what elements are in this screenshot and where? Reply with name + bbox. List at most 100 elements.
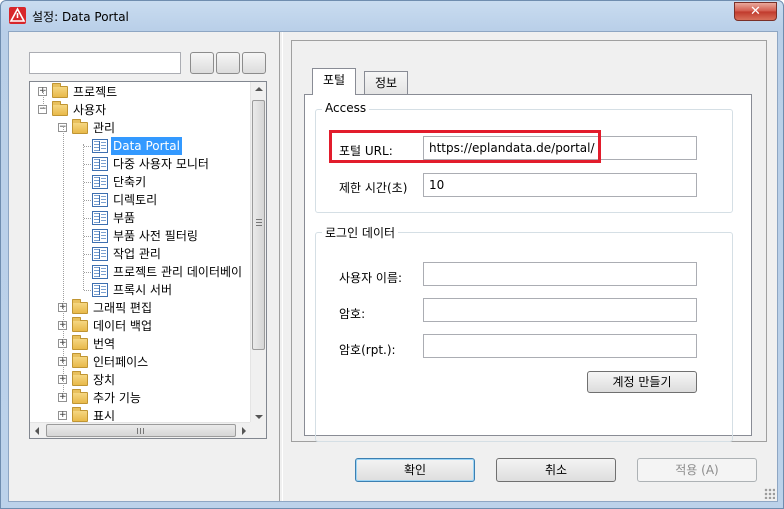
tree-horizontal-scroll-thumb[interactable]: [46, 424, 236, 437]
cancel-button[interactable]: 취소: [496, 458, 616, 482]
highlight-box: [329, 130, 601, 163]
folder-icon: [72, 317, 88, 332]
scroll-down-arrow-icon[interactable]: [255, 415, 263, 419]
create-account-button[interactable]: 계정 만들기: [587, 371, 697, 393]
settings-window: 설정: Data Portal ✕ + 프로젝트 − 사용자 − 관리 Data Porta…: [0, 0, 784, 509]
tree-connector-line: [84, 200, 91, 201]
tree-item-label: 작업 관리: [113, 247, 161, 261]
tab-info-label: 정보: [375, 76, 398, 90]
tree-connector-line: [84, 272, 91, 273]
settings-page-icon: [92, 283, 108, 297]
eplan-app-icon: [9, 7, 26, 24]
tree-item-label: 부품 사전 필터링: [113, 229, 198, 243]
settings-page-icon: [92, 229, 108, 243]
settings-tree[interactable]: + 프로젝트 − 사용자 − 관리 Data Portal 다중 사용자 모니터 단축키 디렉토리…: [29, 81, 267, 439]
tree-connector-line: [84, 164, 91, 165]
toolbar-button-2[interactable]: [216, 52, 240, 74]
folder-icon: [72, 335, 88, 350]
settings-page-icon: [92, 157, 108, 171]
tree-item-label: 디렉토리: [113, 193, 158, 207]
settings-page-icon: [92, 193, 108, 207]
close-button[interactable]: ✕: [734, 2, 777, 21]
settings-page-icon: [92, 265, 108, 279]
tree-item-label: 다중 사용자 모니터: [113, 157, 209, 171]
tree-connector-line: [84, 290, 91, 291]
toolbar-button-1[interactable]: [190, 52, 214, 74]
tree-item-label: 프로젝트: [73, 85, 118, 99]
cancel-label: 취소: [544, 463, 568, 477]
scrollbar-corner: [250, 422, 266, 438]
ok-label: 확인: [403, 463, 427, 477]
folder-icon: [72, 389, 88, 404]
timeout-field[interactable]: 10: [423, 173, 697, 197]
tree-content: + 프로젝트 − 사용자 − 관리 Data Portal 다중 사용자 모니터 단축키 디렉토리…: [30, 82, 252, 424]
tree-item-label: 관리: [93, 121, 116, 135]
tree-connector-line: [84, 146, 91, 147]
login-group: 로그인 데이터 사용자 이름: 암호: 암호(rpt.): 계정 만들기: [315, 224, 733, 442]
settings-page-icon: [92, 175, 108, 189]
tab-portal[interactable]: 포털: [312, 68, 357, 95]
dialog-client-area: + 프로젝트 − 사용자 − 관리 Data Portal 다중 사용자 모니터 단축키 디렉토리…: [8, 31, 778, 502]
login-group-title: 로그인 데이터: [322, 224, 399, 241]
folder-icon: [72, 353, 88, 368]
settings-page-icon: [92, 211, 108, 225]
tree-item-label: 부품: [113, 211, 136, 225]
toolbar-button-3[interactable]: [242, 52, 266, 74]
tree-item-label: 프록시 서버: [113, 283, 173, 297]
portal-tab-page: Access 포털 URL: https://eplandata.de/port…: [304, 94, 752, 442]
tree-item-label: 추가 기능: [93, 391, 141, 405]
tree-item-label: 인터페이스: [93, 355, 149, 369]
tree-connector-line: [84, 182, 91, 183]
tree-item[interactable]: − 사용자: [30, 101, 252, 119]
settings-page-icon: [92, 139, 108, 153]
scroll-up-arrow-icon[interactable]: [255, 87, 263, 91]
tab-info[interactable]: 정보: [364, 71, 409, 95]
tree-search-input[interactable]: [29, 52, 181, 74]
tree-item-label: 번역: [93, 337, 116, 351]
scroll-right-arrow-icon[interactable]: [242, 427, 246, 435]
window-title: 설정: Data Portal: [32, 10, 129, 24]
password-repeat-field[interactable]: [423, 334, 697, 358]
password-field[interactable]: [423, 298, 697, 322]
tree-vertical-scrollbar[interactable]: [250, 82, 266, 424]
settings-page-icon: [92, 247, 108, 261]
tree-connector-line: [84, 236, 91, 237]
folder-icon: [72, 407, 88, 422]
tree-horizontal-scrollbar[interactable]: [30, 422, 252, 438]
splitter[interactable]: [279, 32, 283, 501]
username-label: 사용자 이름:: [339, 271, 403, 285]
tree-connector-line: [84, 218, 91, 219]
tree-connector-line: [84, 254, 91, 255]
access-group: Access 포털 URL: https://eplandata.de/port…: [315, 101, 733, 213]
settings-panel: 포털 정보 Access 포털 URL: https://eplandata.d…: [291, 40, 767, 442]
password-label: 암호:: [339, 307, 366, 321]
create-account-label: 계정 만들기: [612, 375, 672, 389]
expand-icon[interactable]: +: [58, 411, 67, 420]
resize-grip-icon[interactable]: [764, 488, 775, 499]
tree-item-label: 사용자: [73, 103, 107, 117]
folder-icon: [72, 299, 88, 314]
password-repeat-label: 암호(rpt.):: [339, 343, 396, 357]
tree-connector-line: [43, 90, 44, 108]
tree-item-label: 장치: [93, 373, 116, 387]
tree-connector-line: [63, 126, 64, 396]
tree-item-label: 프로젝트 관리 데이터베이: [113, 265, 243, 279]
tree-item[interactable]: + 프로젝트: [30, 83, 252, 101]
tree-item-label: Data Portal: [111, 137, 182, 155]
tree-item-label: 데이터 백업: [93, 319, 153, 333]
apply-button[interactable]: 적용 (A): [637, 458, 757, 482]
username-field[interactable]: [423, 262, 697, 286]
title-bar[interactable]: 설정: Data Portal ✕: [1, 1, 783, 31]
tab-portal-label: 포털: [323, 73, 346, 87]
ok-button[interactable]: 확인: [355, 458, 475, 482]
tree-item-label: 단축키: [113, 175, 147, 189]
scroll-left-arrow-icon[interactable]: [35, 427, 39, 435]
folder-icon: [72, 371, 88, 386]
timeout-value: 10: [429, 178, 445, 192]
folder-icon: [52, 83, 68, 98]
access-group-title: Access: [322, 101, 370, 115]
timeout-label: 제한 시간(초): [339, 181, 408, 195]
folder-icon: [72, 119, 88, 134]
tree-item-label: 그래픽 편집: [93, 301, 153, 315]
tree-vertical-scroll-thumb[interactable]: [252, 100, 265, 350]
